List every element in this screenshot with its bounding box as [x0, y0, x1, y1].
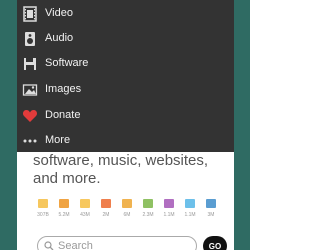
- more-dots-icon: [23, 139, 37, 143]
- film-icon: [23, 6, 37, 22]
- image-icon: [22, 84, 38, 96]
- media-type-lists[interactable]: 3M: [201, 199, 221, 223]
- navigation-drawer: Video Audio Software Images Donate More …: [17, 0, 234, 250]
- media-count: 1.1M: [184, 212, 196, 218]
- film-icon: [59, 199, 69, 208]
- search-icon: [44, 241, 54, 250]
- menu-item-label: Donate: [45, 109, 81, 121]
- media-type-software[interactable]: 2.3M: [138, 199, 158, 223]
- software-icon: [143, 199, 153, 208]
- media-type-film[interactable]: 5.2M: [54, 199, 74, 223]
- menu-item-label: Video: [45, 7, 73, 19]
- menu-item-donate[interactable]: Donate: [17, 104, 234, 129]
- menu-item-software[interactable]: Software: [17, 52, 234, 77]
- tv-icon: [101, 199, 111, 208]
- list-icon: [206, 199, 216, 208]
- menu-item-more[interactable]: More: [17, 129, 234, 154]
- menu-item-label: More: [45, 134, 71, 146]
- media-type-tv[interactable]: 2M: [96, 199, 116, 223]
- video-icon: [122, 199, 132, 208]
- menu-item-audio[interactable]: Audio: [17, 27, 234, 52]
- media-type-audio[interactable]: 1.1M: [180, 199, 200, 223]
- media-type-web[interactable]: 307B: [33, 199, 53, 223]
- images-icon: [164, 199, 174, 208]
- media-type-book[interactable]: 43M: [75, 199, 95, 223]
- media-count: 2M: [102, 212, 110, 218]
- media-type-video[interactable]: 6M: [117, 199, 137, 223]
- media-type-row: 307B 5.2M 43M 2M 6M 2.3M 1.1M 1.1M 3M: [33, 199, 223, 223]
- media-count: 1.1M: [163, 212, 175, 218]
- menu-item-video[interactable]: Video: [17, 2, 234, 27]
- book-icon: [80, 199, 90, 208]
- menu-item-label: Software: [45, 57, 89, 69]
- menu-item-label: Images: [45, 83, 82, 95]
- tagline-line-2: and more.: [33, 170, 101, 187]
- go-button[interactable]: GO: [203, 236, 227, 250]
- speaker-icon: [25, 32, 35, 46]
- media-count: 2.3M: [142, 212, 154, 218]
- search-input[interactable]: [58, 239, 188, 250]
- media-count: 307B: [37, 212, 49, 218]
- media-count: 5.2M: [58, 212, 70, 218]
- menu-item-images[interactable]: Images: [17, 78, 234, 103]
- heart-icon: [22, 110, 38, 122]
- tagline-line-1: software, music, websites,: [33, 152, 209, 169]
- microphone-icon: [185, 199, 195, 208]
- media-type-images[interactable]: 1.1M: [159, 199, 179, 223]
- menu-item-label: Audio: [45, 32, 74, 44]
- web-icon: [38, 199, 48, 208]
- media-count: 3M: [207, 212, 215, 218]
- background-strip-right: [234, 0, 250, 250]
- media-count: 6M: [123, 212, 131, 218]
- background-strip-left: [0, 0, 17, 250]
- hero-tagline: software, music, websites, and more.: [33, 152, 223, 188]
- floppy-disk-icon: [24, 58, 36, 70]
- media-count: 43M: [80, 212, 90, 218]
- search-box[interactable]: [37, 236, 197, 250]
- menu-list: Video Audio Software Images Donate More: [17, 0, 234, 152]
